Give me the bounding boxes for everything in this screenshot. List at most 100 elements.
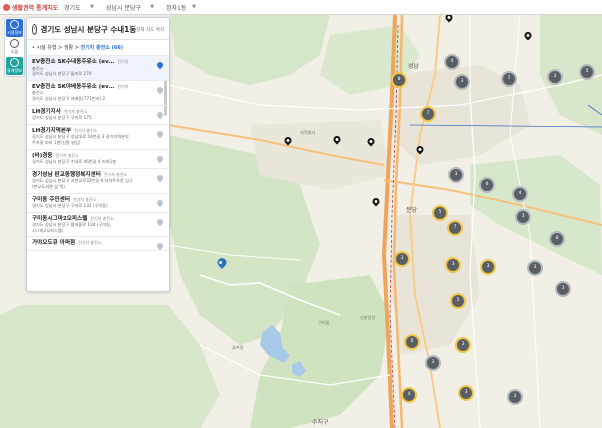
item-address: 경기도 성남시 분당구 야베동(771번지) 2: [32, 95, 106, 101]
list-item[interactable]: 가야오도큐 아퍼점 전기차 충전소: [27, 237, 169, 252]
item-name: 구미동시그마2오피스텔: [32, 215, 88, 222]
cluster-marker[interactable]: 3: [555, 281, 571, 297]
rail-help-button[interactable]: 도움: [6, 38, 23, 56]
item-tag: 전기차 충전소: [63, 108, 88, 114]
cluster-marker[interactable]: 4: [444, 54, 460, 70]
left-rail: 시설정보 도움 통계정보: [4, 17, 25, 77]
region-select-province[interactable]: 경기도 ▼: [61, 2, 97, 12]
facility-list[interactable]: EV충전소 SK수내동주유소 (ev… 전기차 충전소 경기도 성남시 분당구 돌…: [27, 56, 169, 276]
region-select-province-value: 경기도: [64, 4, 81, 12]
item-name: (바)경동: [32, 152, 53, 159]
list-item[interactable]: LH경기지사 전기차 충전소 경기도 성남시 분당구 구미로 175: [27, 106, 169, 125]
map-label-sinbundang: 신분당선: [360, 315, 376, 320]
breadcrumb-current: 전기차 충전소 (66): [80, 45, 124, 51]
item-address: 경기도 성남시 분당구 구미로 175: [32, 115, 92, 121]
cluster-marker[interactable]: 3: [547, 69, 563, 85]
map-pin-icon[interactable]: [155, 60, 165, 70]
item-tag: 전기차 충전소: [74, 127, 98, 133]
list-item[interactable]: 구미동시그마2오피스텔 전기차 충전소 경기도 성남시 분당구 황새울로 104 …: [27, 213, 169, 238]
cluster-marker[interactable]: 4: [512, 186, 528, 202]
item-name: 구미동 주민센터: [32, 196, 70, 203]
map-label-bundang: 분당: [406, 207, 418, 214]
cluster-marker[interactable]: 3: [425, 355, 441, 371]
cluster-marker[interactable]: 3: [480, 259, 496, 275]
cluster-marker[interactable]: 8: [549, 231, 565, 247]
region-select-city-value: 성남시 분당구: [106, 4, 142, 12]
item-tag: 전기차 충전소: [78, 240, 102, 246]
map-pin-icon[interactable]: [155, 154, 165, 163]
item-name: EV충전소 SK수내동주유소 (ev…: [32, 59, 115, 65]
breadcrumb-type[interactable]: • 시설 유형 >: [32, 45, 62, 51]
cluster-marker[interactable]: 3: [445, 257, 461, 273]
breadcrumb: • 시설 유형 > 생활 > 전기차 충전소 (66): [27, 40, 169, 56]
grid-icon: [10, 39, 19, 48]
back-arrow-icon[interactable]: ‹: [32, 24, 38, 35]
item-address: 경기도 성남시 분당구 수내로 46번길 4 지하1층: [32, 159, 117, 165]
cluster-marker[interactable]: 7: [420, 106, 436, 122]
cluster-marker[interactable]: 3: [454, 74, 470, 90]
rail-help-label: 도움: [10, 49, 19, 54]
item-name: 가야오도큐 아퍼점: [32, 240, 76, 247]
map-label-seongnam: 성남: [408, 63, 420, 70]
rail-facility-label: 시설정보: [7, 30, 22, 35]
cluster-marker[interactable]: 6: [404, 334, 420, 350]
map-pin-icon[interactable]: [155, 217, 165, 226]
app-logo[interactable]: 생활권역 통계지도: [0, 3, 61, 12]
cluster-marker[interactable]: 5: [579, 64, 595, 80]
cluster-marker[interactable]: 5: [450, 293, 466, 309]
cluster-marker[interactable]: 3: [455, 337, 471, 353]
chevron-down-icon: ▼: [150, 4, 154, 10]
map-pin-icon[interactable]: [155, 129, 165, 138]
item-address: 시그마2오피스텔): [32, 227, 64, 233]
region-select-dong[interactable]: 정자1동 ▼: [163, 2, 199, 12]
list-item[interactable]: LH경기지역본부 전기차 충전소 경기도 성남시 분당구 성남대로 54번길 3 …: [27, 125, 169, 150]
map-label-golf: 골프장: [232, 345, 244, 350]
item-address: 경기도 성남시 분당구 구미로 132 (구미동): [32, 203, 108, 209]
map-pin-icon[interactable]: [155, 85, 165, 95]
cluster-marker[interactable]: 5: [432, 205, 448, 221]
list-item[interactable]: (바)경동 전기차 충전소 경기도 성남시 분당구 수내로 46번길 4 지하1층: [27, 150, 169, 169]
map-pin-icon[interactable]: [155, 242, 165, 251]
item-name: 경기성남 판교동행정복지센터: [32, 171, 101, 178]
cluster-marker[interactable]: 8: [391, 72, 407, 88]
cluster-marker[interactable]: 8: [479, 177, 495, 193]
item-name: LH경기지역본부: [32, 127, 72, 134]
cluster-marker[interactable]: 7: [447, 220, 463, 236]
list-item[interactable]: EV충전소 SK야베동주유소 (ev… 전기차 충전소 경기도 성남시 분당구 야…: [27, 81, 169, 106]
map-label-sujigu: 수지구: [312, 419, 329, 426]
item-tag: 전기차 충전소: [55, 152, 79, 158]
cluster-marker[interactable]: 3: [507, 389, 523, 405]
item-tag: 전기차 충전소: [72, 196, 97, 202]
rail-stats-label: 통계정보: [7, 68, 22, 73]
item-address: 주차장 지하 1층(신흥 빌딩): [32, 139, 81, 145]
list-item[interactable]: 구미동 주민센터 전기차 충전소 경기도 성남시 분당구 구미로 132 (구미동…: [27, 194, 169, 213]
cluster-marker[interactable]: 3: [448, 167, 464, 183]
cluster-marker[interactable]: 3: [394, 251, 410, 267]
map-pin-icon[interactable]: [155, 110, 165, 119]
logo-pin-icon: [3, 3, 10, 11]
item-name: LH경기지사: [32, 108, 61, 115]
chart-icon: [10, 58, 19, 67]
region-select-dong-value: 정자1동: [166, 4, 187, 12]
map-pin-icon[interactable]: [155, 198, 165, 207]
item-tag: 전기차 충전소: [103, 171, 128, 177]
cluster-marker[interactable]: 3: [527, 260, 543, 276]
map-label-jiriam: 지적청사: [300, 130, 316, 135]
map-pin-icon[interactable]: [155, 173, 165, 182]
cluster-marker[interactable]: 3: [515, 209, 531, 225]
rail-stats-button[interactable]: 통계정보: [6, 57, 23, 75]
cluster-marker[interactable]: 3: [458, 385, 474, 401]
list-item[interactable]: 경기성남 판교동행정복지센터 전기차 충전소 경기도 성남시 분당구 서판교로32…: [27, 169, 169, 194]
cluster-marker[interactable]: 4: [401, 387, 417, 403]
chevron-down-icon: ▼: [90, 4, 94, 10]
chevron-down-icon: ▼: [192, 4, 196, 10]
current-location-link[interactable]: 현재 지도 위치: [136, 27, 164, 33]
list-item[interactable]: EV충전소 SK수내동주유소 (ev… 전기차 충전소 경기도 성남시 분당구 돌…: [27, 56, 169, 81]
item-tag: 전기차: [117, 83, 129, 89]
rail-facility-button[interactable]: 시설정보: [6, 19, 23, 37]
breadcrumb-life[interactable]: 생활 >: [64, 45, 79, 51]
cluster-marker[interactable]: 7: [501, 71, 517, 87]
map-label-gumi: 구미동: [318, 320, 330, 325]
region-select-city[interactable]: 성남시 분당구 ▼: [103, 2, 157, 12]
panel-header: ‹ 경기도 성남시 분당구 수내1동 현재 지도 위치: [27, 18, 169, 40]
